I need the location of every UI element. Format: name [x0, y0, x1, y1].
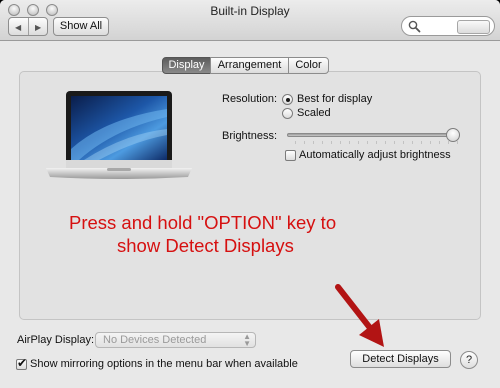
back-forward-control[interactable]: ◀ ▶	[8, 17, 48, 36]
forward-arrow-icon: ▶	[35, 23, 42, 32]
resolution-label: Resolution:	[222, 93, 278, 105]
checkmark-icon: ✔	[17, 356, 28, 370]
brightness-slider[interactable]	[287, 133, 460, 137]
scaled-radio[interactable]	[282, 108, 293, 119]
back-button[interactable]: ◀	[9, 18, 29, 35]
airplay-display-label: AirPlay Display:	[17, 334, 95, 346]
brightness-label: Brightness:	[222, 130, 278, 142]
macbook-air-icon	[46, 91, 192, 179]
tab-arrangement[interactable]: Arrangement	[210, 57, 289, 74]
mirroring-options-label[interactable]: Show mirroring options in the menu bar w…	[30, 358, 298, 370]
red-arrow-icon	[335, 284, 384, 347]
detect-displays-button[interactable]: Detect Displays	[350, 350, 451, 368]
brightness-slider-knob[interactable]	[446, 128, 460, 142]
forward-button[interactable]: ▶	[29, 18, 48, 35]
brightness-slider-ticks	[287, 141, 460, 144]
airplay-display-value: No Devices Detected	[103, 334, 207, 346]
tab-bar: Display Arrangement Color	[162, 57, 329, 74]
auto-brightness-checkbox[interactable]	[285, 150, 296, 161]
search-options-control[interactable]	[457, 20, 490, 34]
search-field[interactable]	[401, 16, 495, 36]
back-arrow-icon: ◀	[15, 23, 22, 32]
annotation-line-2: show Detect Displays	[117, 235, 294, 256]
best-for-display-radio[interactable]	[282, 94, 293, 105]
scaled-label[interactable]: Scaled	[297, 107, 331, 119]
tab-display[interactable]: Display	[162, 57, 211, 74]
toolbar: Built-in Display ◀ ▶ Show All	[0, 0, 500, 41]
search-icon	[408, 20, 421, 33]
annotation-line-1: Press and hold "OPTION" key to	[69, 212, 337, 233]
preferences-window: Built-in Display ◀ ▶ Show All Display Ar…	[0, 0, 500, 388]
help-button[interactable]: ?	[460, 351, 478, 369]
show-all-button[interactable]: Show All	[53, 17, 109, 36]
airplay-display-select[interactable]: No Devices Detected ▲ ▼	[95, 332, 256, 348]
best-for-display-label[interactable]: Best for display	[297, 93, 372, 105]
mirroring-options-checkbox[interactable]: ✔	[16, 356, 28, 370]
auto-brightness-label[interactable]: Automatically adjust brightness	[299, 149, 451, 161]
tab-color[interactable]: Color	[288, 57, 329, 74]
popup-arrows-icon: ▲ ▼	[243, 332, 251, 348]
